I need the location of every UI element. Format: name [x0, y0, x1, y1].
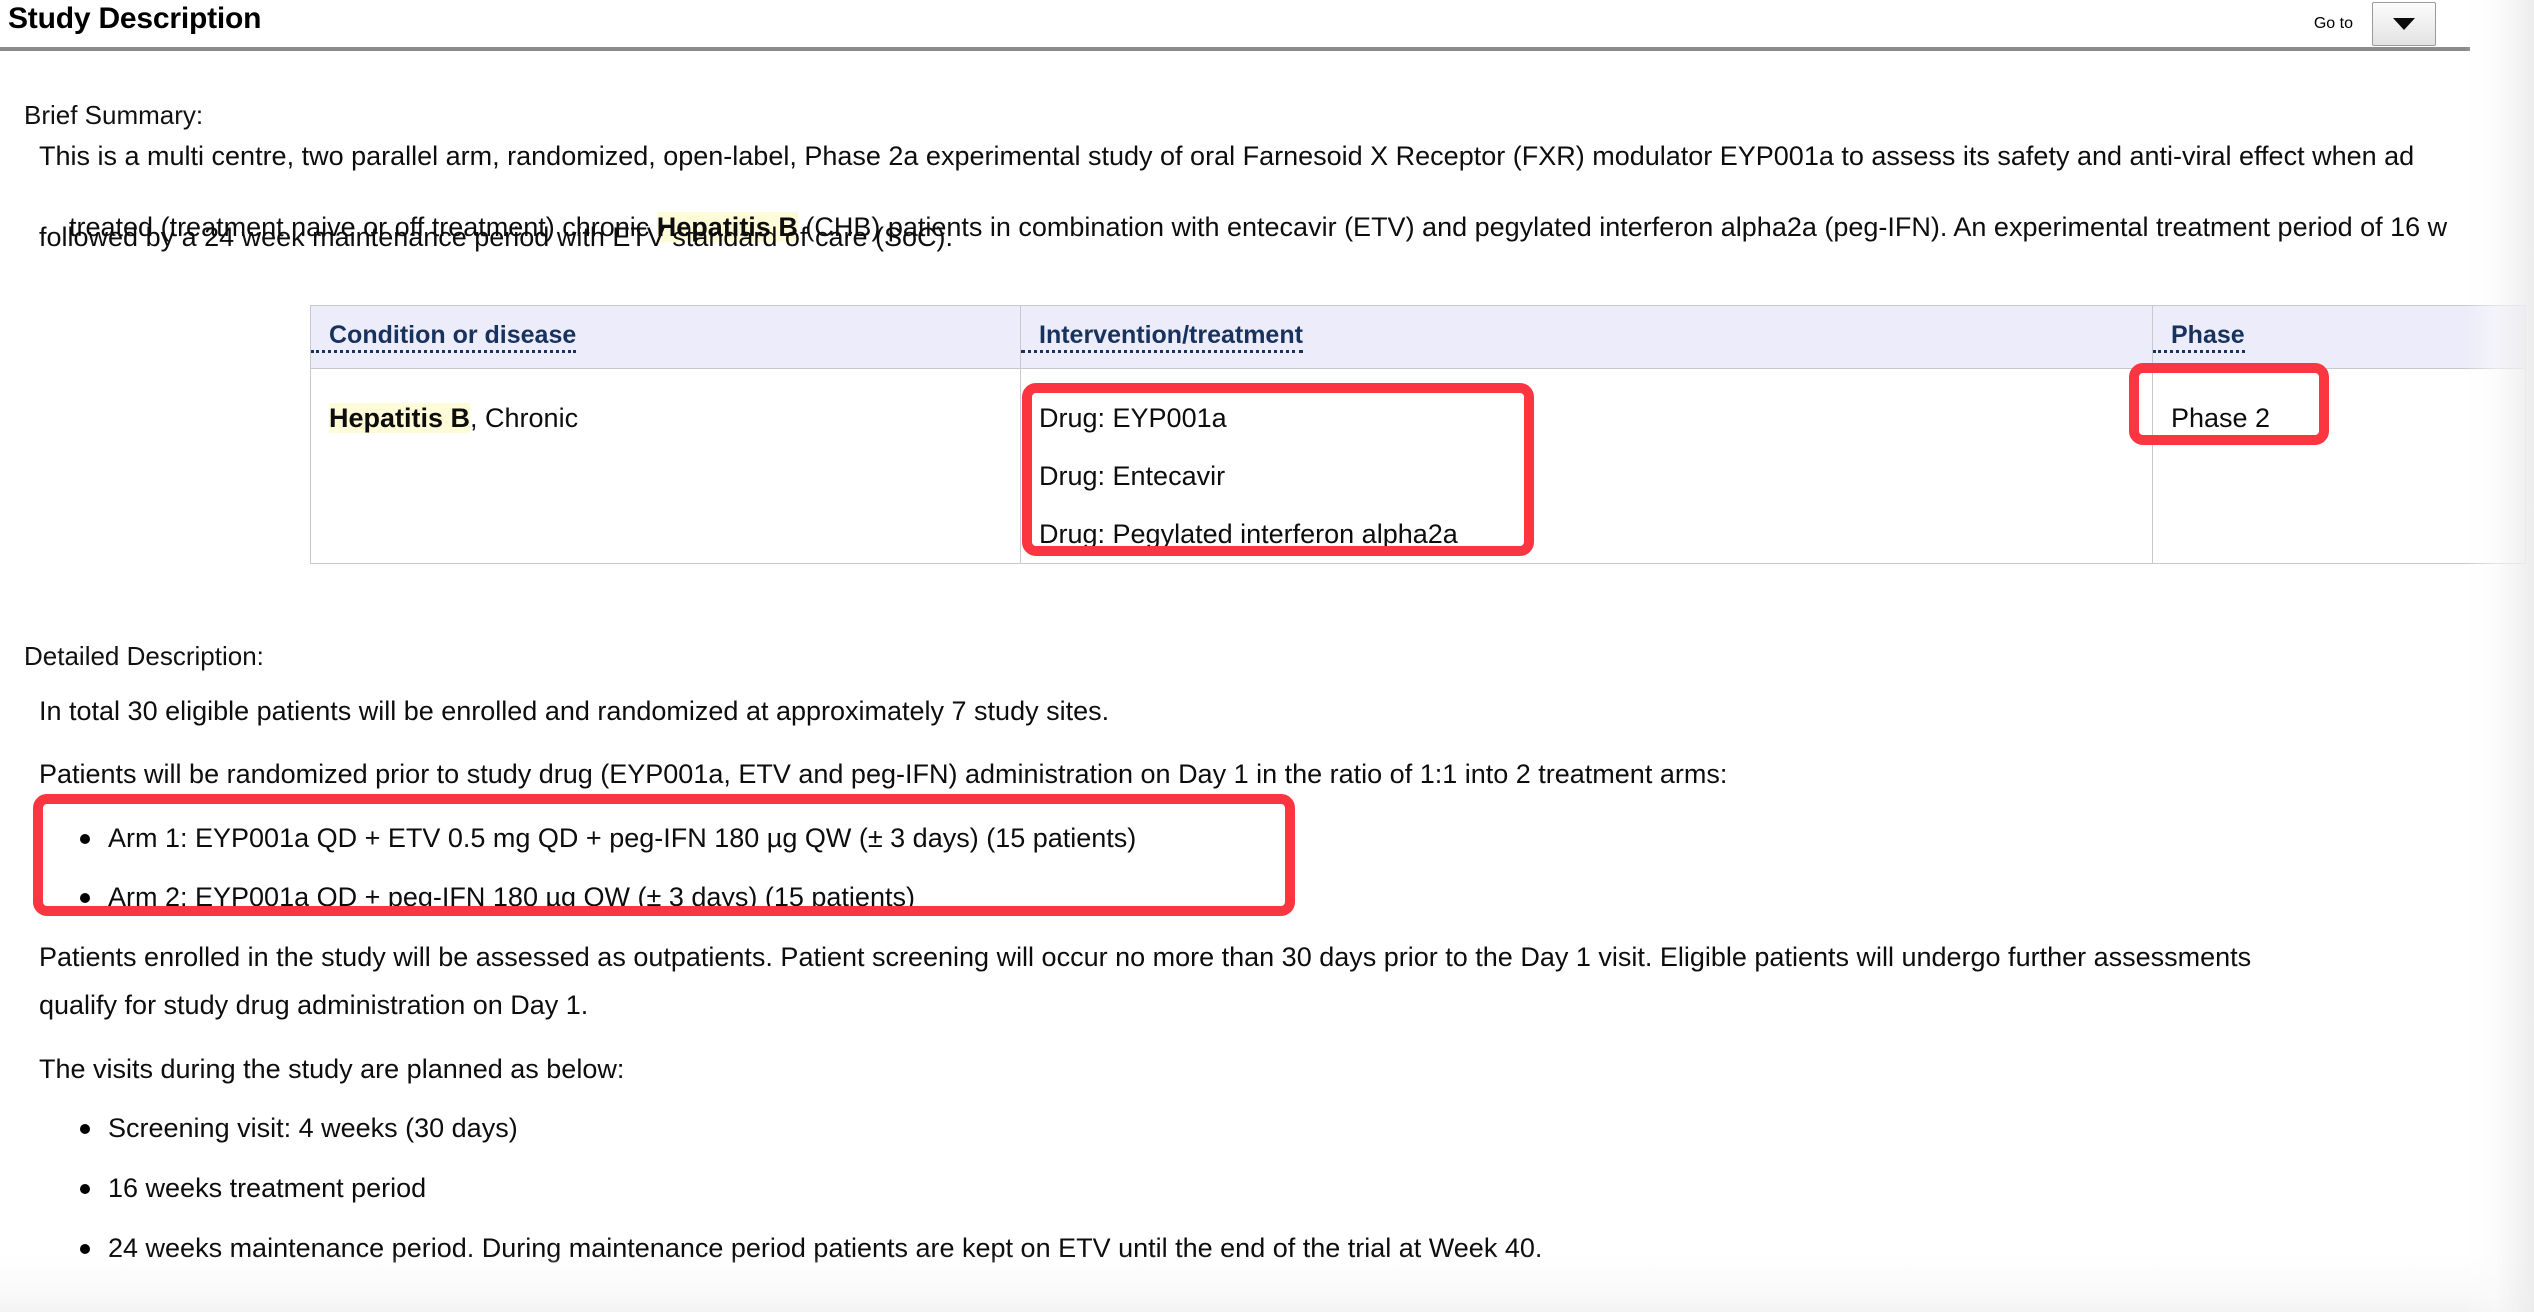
intervention-item-2: Drug: Entecavir	[1039, 461, 1226, 491]
list-item: 24 weeks maintenance period. During main…	[72, 1230, 1542, 1266]
detailed-description-label: Detailed Description:	[24, 641, 264, 671]
visits-label: The visits during the study are planned …	[39, 1054, 625, 1084]
chevron-down-icon	[2393, 18, 2415, 30]
intervention-item-1: Drug: EYP001a	[1039, 403, 1227, 433]
goto-dropdown-button[interactable]	[2372, 2, 2436, 46]
brief-summary-line-2-post: (CHB) patients in combination with entec…	[797, 212, 2448, 242]
column-header-condition-link[interactable]: Condition or disease	[311, 306, 577, 353]
list-item: Arm 2: EYP001a QD + peg-IFN 180 µg QW (±…	[72, 879, 1136, 915]
column-header-phase: Phase	[2152, 305, 2526, 369]
para-outpatients-line-2: qualify for study drug administration on…	[39, 990, 589, 1020]
treatment-arms-list: Arm 1: EYP001a QD + ETV 0.5 mg QD + peg-…	[72, 820, 1136, 915]
brief-summary-line-2: treated (treatment naive or off treatmen…	[39, 161, 2447, 242]
right-edge-fade	[2464, 0, 2534, 1312]
list-item: Screening visit: 4 weeks (30 days)	[72, 1110, 1542, 1146]
goto-control: Go to	[2314, 2, 2436, 46]
column-header-phase-link[interactable]: Phase	[2153, 306, 2245, 353]
para-randomized: Patients will be randomized prior to stu…	[39, 759, 1728, 789]
brief-summary-label: Brief Summary:	[24, 100, 204, 130]
visits-list: Screening visit: 4 weeks (30 days) 16 we…	[72, 1110, 1542, 1266]
table-header-row: Condition or disease Intervention/treatm…	[310, 305, 2526, 369]
list-item: Arm 1: EYP001a QD + ETV 0.5 mg QD + peg-…	[72, 820, 1136, 856]
header-divider	[0, 47, 2470, 51]
goto-label: Go to	[2313, 15, 2353, 32]
condition-rest: , Chronic	[470, 403, 579, 433]
cell-phase: Phase 2	[2152, 368, 2526, 564]
page-title: Study Description	[8, 2, 262, 35]
cell-interventions: Drug: EYP001a Drug: Entecavir Drug: Pegy…	[1020, 368, 2153, 564]
column-header-condition: Condition or disease	[310, 305, 1021, 369]
para-enrolled: In total 30 eligible patients will be en…	[39, 696, 1110, 726]
intervention-item-3: Drug: Pegylated interferon alpha2a	[1039, 519, 1458, 549]
table-row: Hepatitis B, Chronic Drug: EYP001a Drug:…	[310, 368, 2526, 564]
phase-value: Phase 2	[2171, 403, 2271, 433]
condition-highlight: Hepatitis B	[329, 403, 471, 433]
list-item: 16 weeks treatment period	[72, 1170, 1542, 1206]
column-header-intervention: Intervention/treatment	[1020, 305, 2153, 369]
conditions-table: Condition or disease Intervention/treatm…	[310, 305, 2526, 564]
para-outpatients-line-1: Patients enrolled in the study will be a…	[39, 942, 2252, 972]
cell-condition: Hepatitis B, Chronic	[310, 368, 1021, 564]
intervention-list: Drug: EYP001a Drug: Entecavir Drug: Pegy…	[1021, 369, 2152, 563]
study-description-page: Study Description Go to Brief Summary: T…	[0, 0, 2534, 1312]
page-header: Study Description Go to	[0, 0, 2534, 51]
brief-summary-line-3: followed by a 24 week maintenance period…	[39, 222, 953, 252]
condition-value: Hepatitis B, Chronic	[311, 369, 1020, 447]
column-header-intervention-link[interactable]: Intervention/treatment	[1021, 306, 1303, 353]
